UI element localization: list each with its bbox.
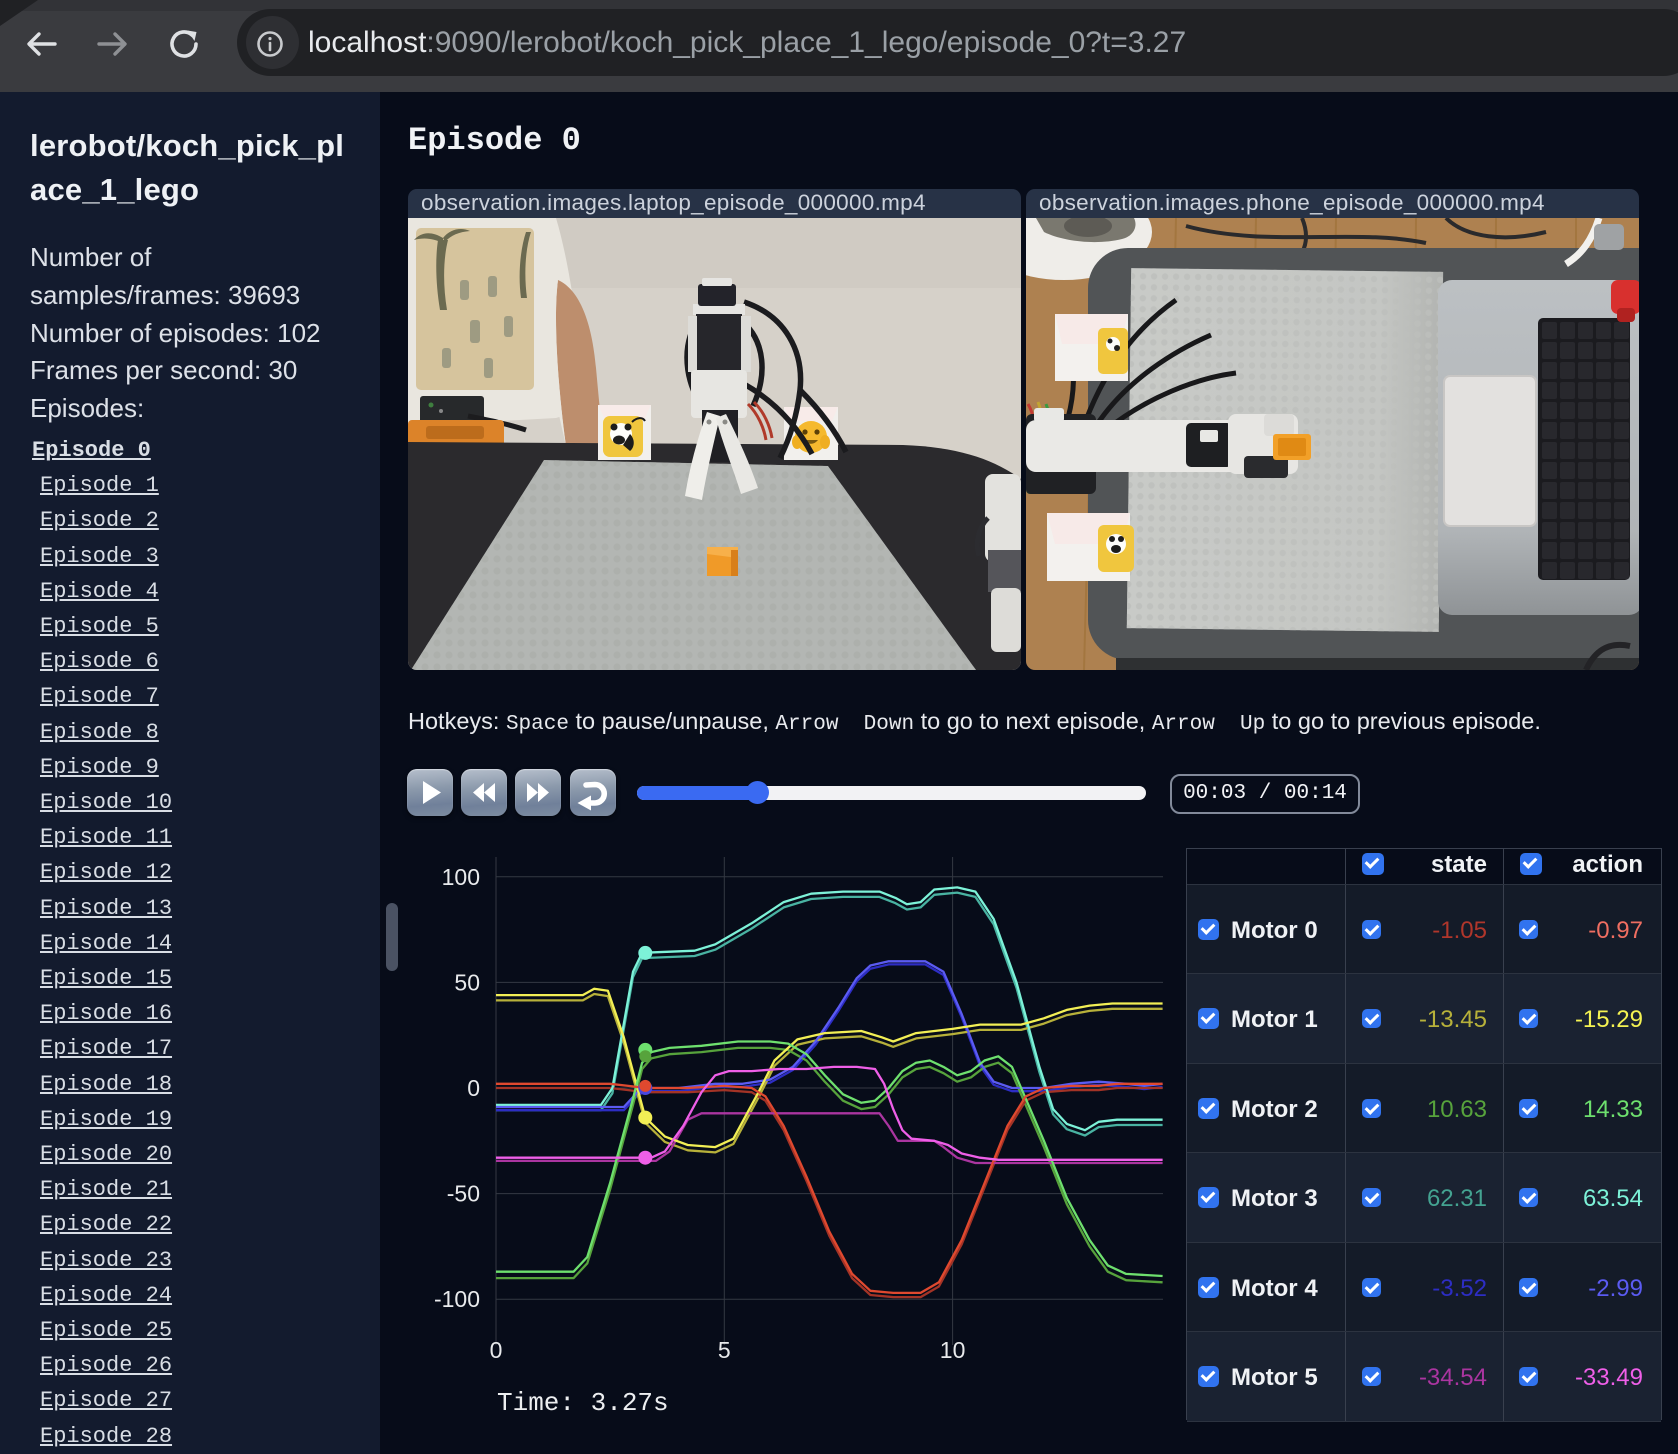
svg-text:Time: 3.27s: Time: 3.27s: [497, 1388, 669, 1418]
svg-text:5: 5: [718, 1337, 731, 1363]
svg-text:10: 10: [940, 1337, 966, 1363]
svg-text:0: 0: [467, 1075, 480, 1101]
svg-text:-100: -100: [434, 1286, 480, 1312]
svg-text:50: 50: [454, 970, 480, 996]
svg-text:0: 0: [490, 1337, 503, 1363]
svg-text:100: 100: [442, 864, 480, 890]
svg-text:-50: -50: [447, 1181, 480, 1207]
